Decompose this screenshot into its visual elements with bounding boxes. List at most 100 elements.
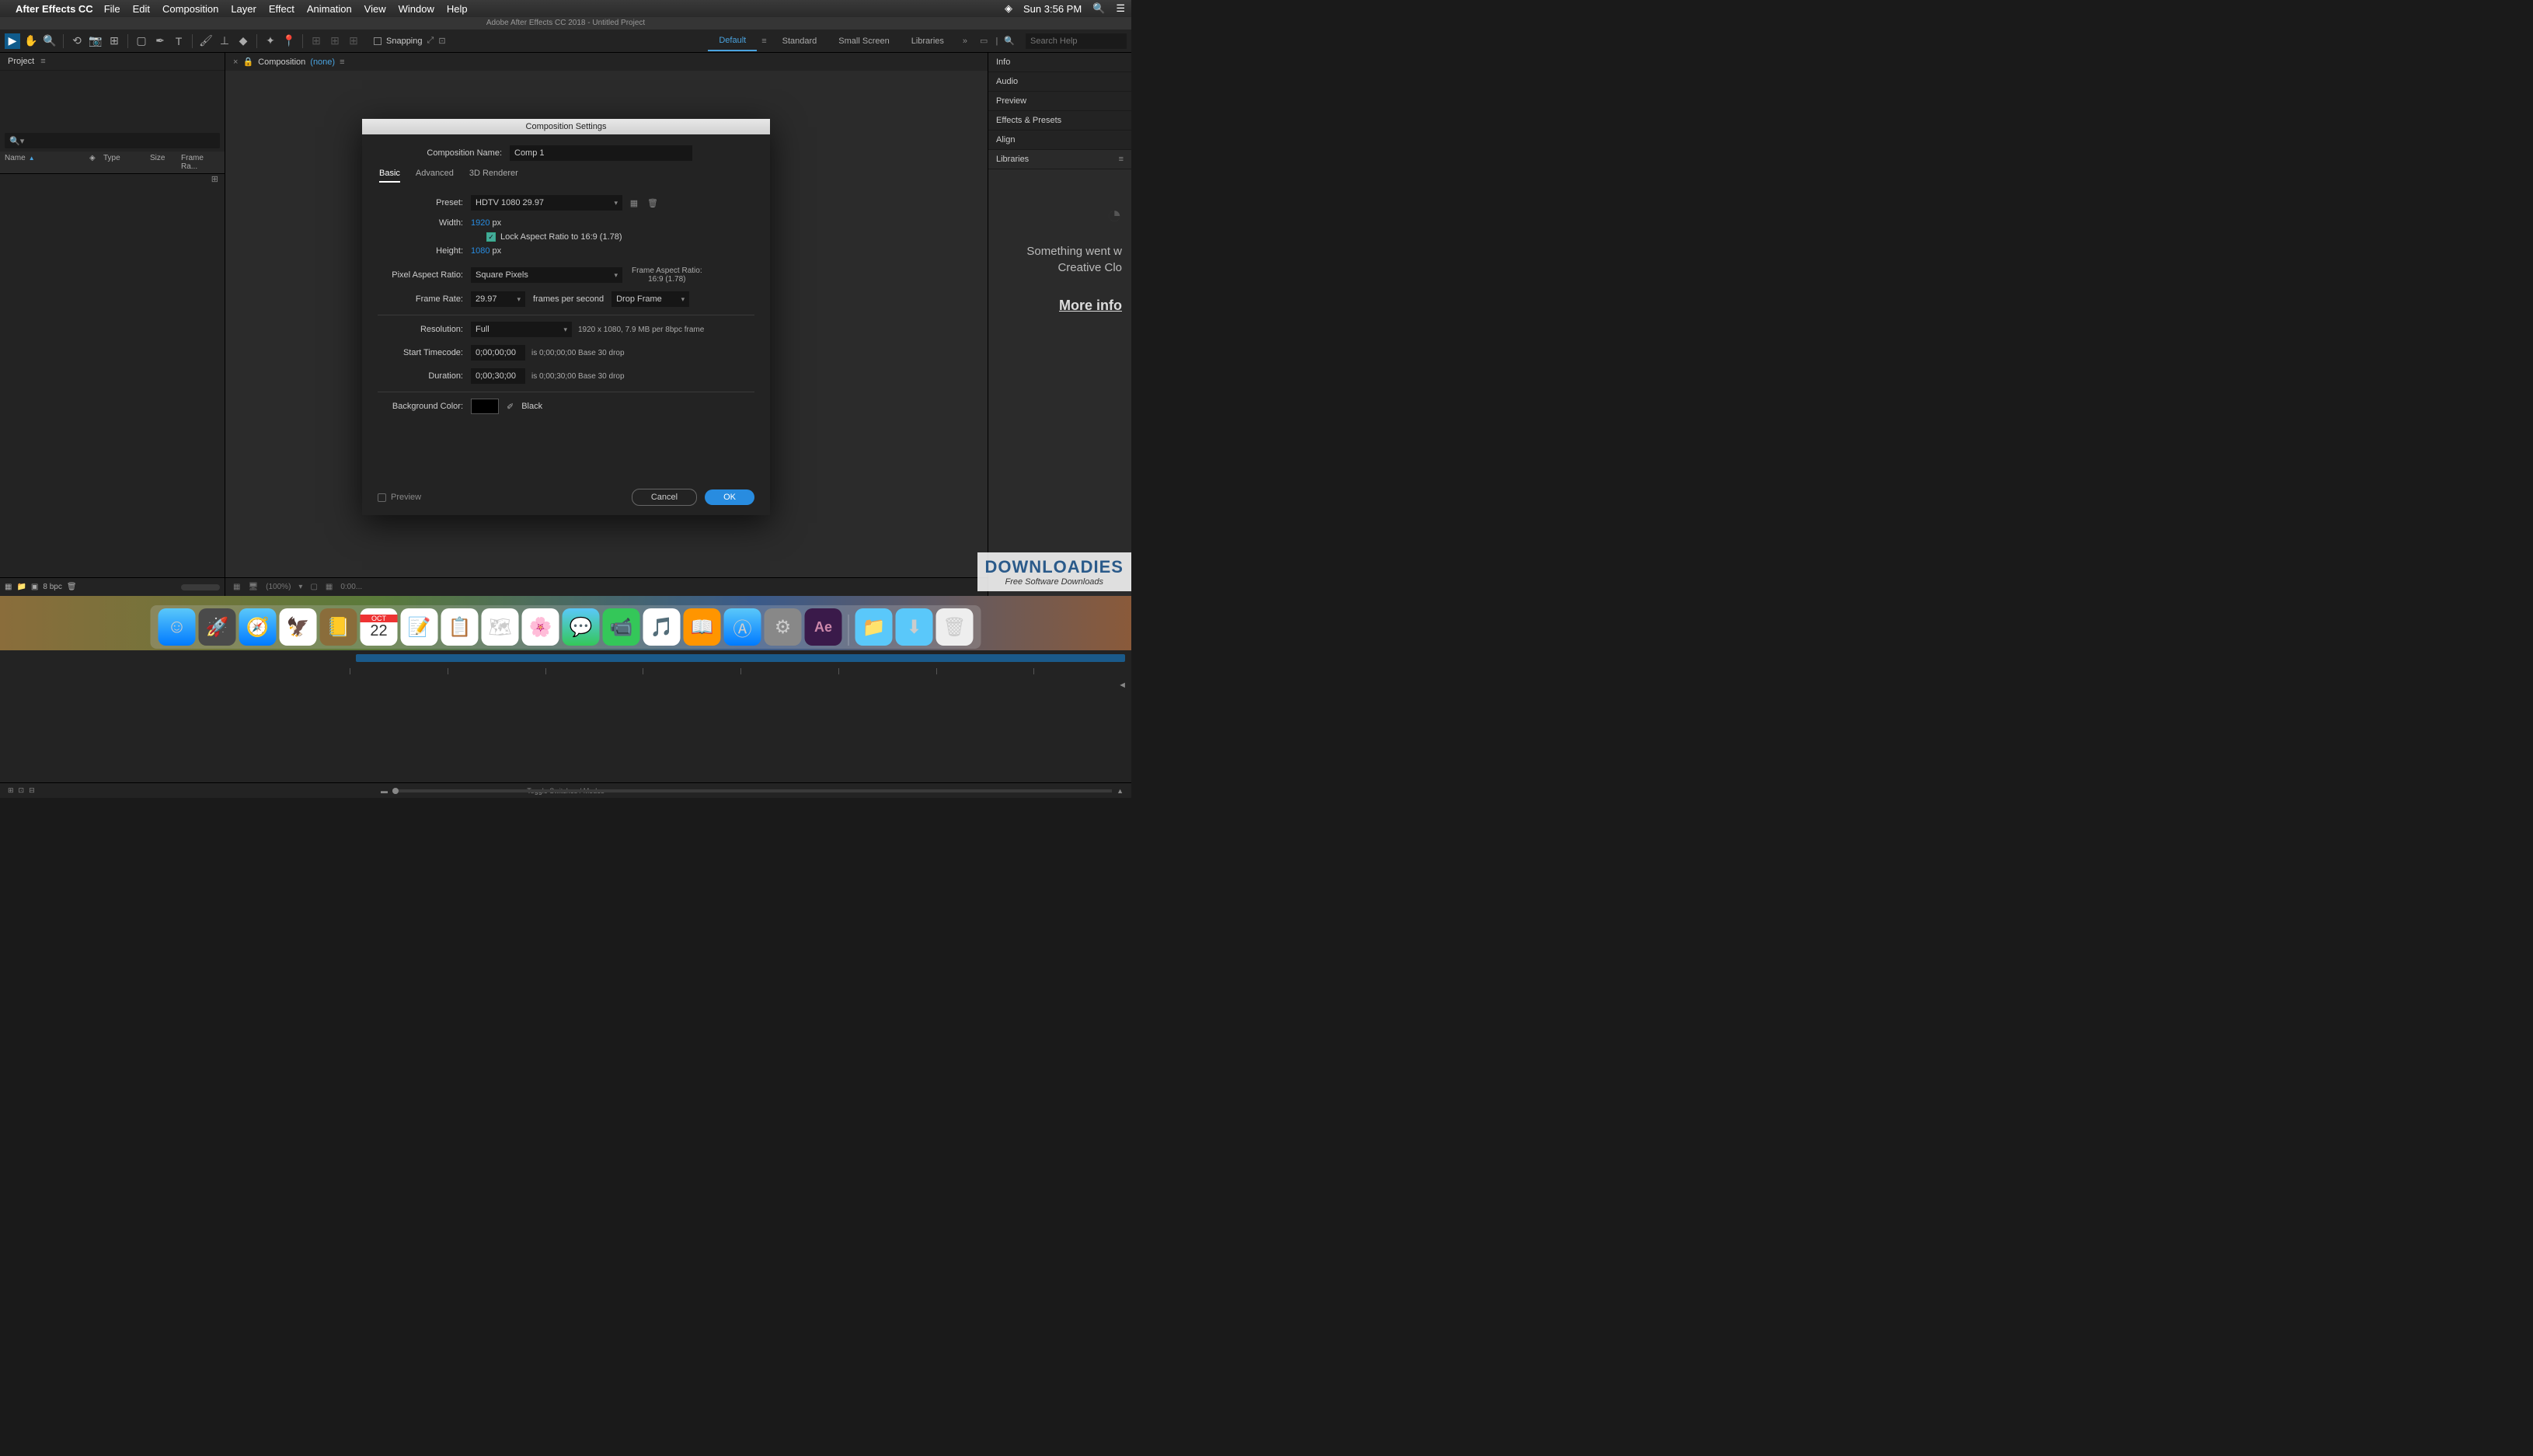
snap-extend-icon[interactable]: ⤢ <box>427 36 434 46</box>
maps-icon[interactable]: 🗺 <box>482 608 519 646</box>
panel-effects-presets[interactable]: Effects & Presets <box>988 111 1131 131</box>
flowchart-icon[interactable]: ⊞ <box>211 174 218 185</box>
start-timecode-input[interactable] <box>471 345 525 361</box>
viewer-grid-icon[interactable]: ▦ <box>233 583 240 591</box>
snapping-checkbox[interactable] <box>374 37 382 45</box>
resolution-dropdown[interactable]: Full▾ <box>471 322 572 337</box>
panel-preview[interactable]: Preview <box>988 92 1131 111</box>
panel-menu-icon[interactable]: ≡ <box>340 57 344 67</box>
menu-animation[interactable]: Animation <box>307 3 352 15</box>
toggle-switches-icon[interactable]: ⊡ <box>19 786 25 795</box>
notification-icon[interactable]: ◈ <box>1005 2 1012 15</box>
comp-marker-icon[interactable]: ◄ <box>1118 681 1127 690</box>
height-value[interactable]: 1080 <box>471 246 490 256</box>
clone-tool-icon[interactable]: ⊥ <box>217 33 232 49</box>
col-frame-rate[interactable]: Frame Ra... <box>181 154 220 171</box>
snap-edges-icon[interactable]: ⊡ <box>438 36 445 46</box>
spotlight-icon[interactable]: 🔍 <box>1092 2 1105 15</box>
menu-effect[interactable]: Effect <box>269 3 294 15</box>
panel-menu-icon[interactable]: ≡ <box>40 57 45 66</box>
delete-icon[interactable]: 🗑 <box>67 583 77 591</box>
downloads-folder-icon[interactable]: ⬇ <box>896 608 933 646</box>
close-tab-icon[interactable]: × <box>233 57 238 67</box>
workspace-libraries[interactable]: Libraries <box>901 32 955 51</box>
reminders-icon[interactable]: 📋 <box>441 608 479 646</box>
type-tool-icon[interactable]: T <box>171 33 186 49</box>
zoom-slider-handle[interactable] <box>392 788 399 794</box>
cancel-button[interactable]: Cancel <box>632 489 697 506</box>
eyedropper-icon[interactable]: ✐ <box>507 402 514 412</box>
par-dropdown[interactable]: Square Pixels▾ <box>471 267 622 283</box>
save-preset-icon[interactable]: ▦ <box>627 196 641 210</box>
itunes-icon[interactable]: 🎵 <box>643 608 681 646</box>
after-effects-icon[interactable]: Ae <box>805 608 842 646</box>
zoom-tool-icon[interactable]: 🔍 <box>42 33 57 49</box>
clock[interactable]: Sun 3:56 PM <box>1023 3 1082 15</box>
viewer-timecode[interactable]: 0:00... <box>340 583 362 591</box>
rectangle-tool-icon[interactable]: ▢ <box>134 33 149 49</box>
pen-tool-icon[interactable]: ✒ <box>152 33 168 49</box>
zoom-level[interactable]: (100%) <box>266 583 291 591</box>
duration-input[interactable] <box>471 368 525 384</box>
applications-folder-icon[interactable]: 📁 <box>855 608 893 646</box>
project-zoom-slider[interactable] <box>181 584 220 590</box>
col-type[interactable]: Type <box>103 154 150 171</box>
new-folder-icon[interactable]: 📁 <box>16 583 26 591</box>
preview-checkbox[interactable] <box>378 493 386 502</box>
workspace-menu-icon[interactable]: ≡ <box>757 37 771 46</box>
menu-composition[interactable]: Composition <box>162 3 218 15</box>
menu-edit[interactable]: Edit <box>133 3 150 15</box>
menu-extras-icon[interactable]: ☰ <box>1116 2 1125 15</box>
comp-name-input[interactable] <box>510 145 692 161</box>
interpret-footage-icon[interactable]: ▦ <box>5 583 12 591</box>
project-tab[interactable]: Project ≡ <box>0 53 225 71</box>
toolbar-panel-icon[interactable]: ▭ <box>975 36 992 46</box>
notes-icon[interactable]: 📝 <box>401 608 438 646</box>
system-preferences-icon[interactable]: ⚙ <box>765 608 802 646</box>
finder-icon[interactable]: ☺ <box>159 608 196 646</box>
ok-button[interactable]: OK <box>705 489 754 505</box>
facetime-icon[interactable]: 📹 <box>603 608 640 646</box>
workspace-overflow-icon[interactable]: » <box>955 37 975 46</box>
local-axis-icon[interactable]: ⊞ <box>308 33 324 49</box>
panel-menu-icon[interactable]: ≡ <box>1119 155 1124 164</box>
workspace-small-screen[interactable]: Small Screen <box>827 32 900 51</box>
drop-frame-dropdown[interactable]: Drop Frame▾ <box>611 291 689 307</box>
pan-behind-tool-icon[interactable]: ⊞ <box>106 33 122 49</box>
calendar-icon[interactable]: OCT22 <box>361 608 398 646</box>
mail-icon[interactable]: 🦅 <box>280 608 317 646</box>
brush-tool-icon[interactable]: 🖌 <box>198 33 214 49</box>
project-column-headers[interactable]: Name▲ ◈ Type Size Frame Ra... <box>0 152 225 174</box>
safari-icon[interactable]: 🧭 <box>239 608 277 646</box>
rotation-tool-icon[interactable]: ⟲ <box>69 33 85 49</box>
menu-window[interactable]: Window <box>399 3 434 15</box>
workspace-default[interactable]: Default <box>708 31 757 51</box>
width-value[interactable]: 1920 <box>471 218 490 228</box>
expand-icon[interactable]: ⊞ <box>8 786 14 795</box>
view-axis-icon[interactable]: ⊞ <box>346 33 361 49</box>
project-search[interactable]: 🔍▾ <box>5 133 220 148</box>
lock-icon[interactable]: 🔒 <box>242 57 253 67</box>
frame-rate-dropdown[interactable]: 29.97▾ <box>471 291 525 307</box>
appstore-icon[interactable]: Ⓐ <box>724 608 761 646</box>
bpc-toggle[interactable]: 8 bpc <box>43 583 61 591</box>
toggle-modes-icon[interactable]: ⊟ <box>29 786 35 795</box>
bg-color-swatch[interactable] <box>471 399 499 414</box>
contacts-icon[interactable]: 📒 <box>320 608 357 646</box>
trash-icon[interactable]: 🗑 <box>936 608 974 646</box>
work-area-bar[interactable] <box>356 654 1125 662</box>
camera-tool-icon[interactable]: 📷 <box>88 33 103 49</box>
panel-info[interactable]: Info <box>988 53 1131 72</box>
launchpad-icon[interactable]: 🚀 <box>199 608 236 646</box>
viewer-channel-icon[interactable]: ▦ <box>326 583 333 591</box>
viewer-res-icon[interactable]: ▢ <box>310 583 317 591</box>
search-help-input[interactable] <box>1026 33 1127 49</box>
panel-libraries[interactable]: Libraries ≡ <box>988 150 1131 169</box>
comp-tab-label[interactable]: Composition <box>258 57 305 67</box>
menu-help[interactable]: Help <box>447 3 468 15</box>
hand-tool-icon[interactable]: ✋ <box>23 33 39 49</box>
col-tag-icon[interactable]: ◈ <box>89 154 103 171</box>
lock-aspect-checkbox[interactable]: ✓ <box>486 232 496 242</box>
menu-view[interactable]: View <box>364 3 386 15</box>
col-name[interactable]: Name▲ <box>5 154 89 171</box>
